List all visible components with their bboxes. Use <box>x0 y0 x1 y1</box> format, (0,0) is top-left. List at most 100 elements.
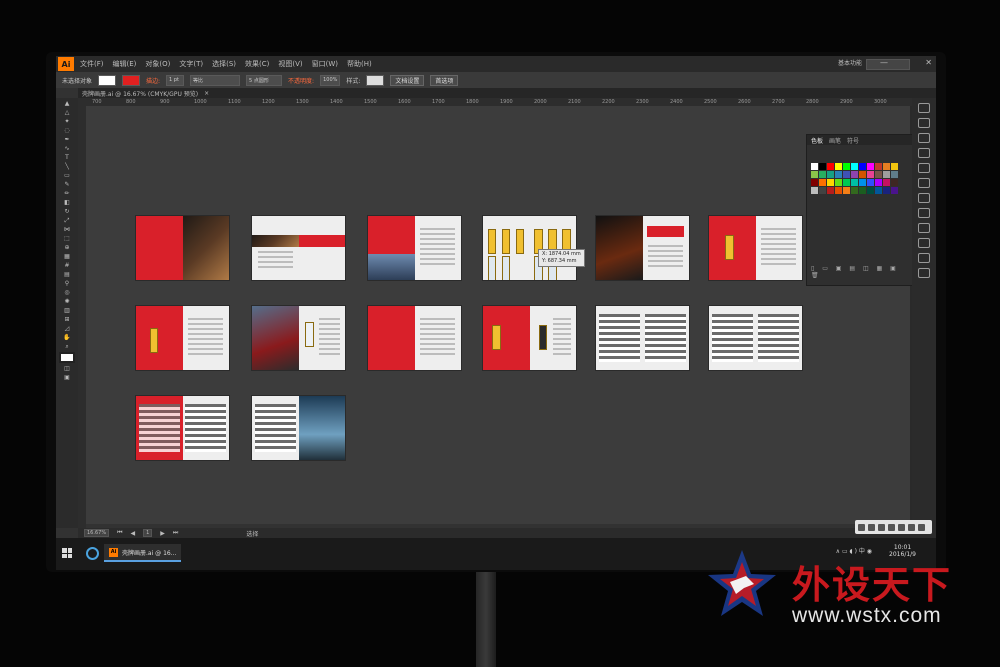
opacity-label[interactable]: 不透明度: <box>288 76 314 85</box>
shape-builder-tool-icon[interactable]: ⊕ <box>61 244 73 251</box>
menu-type[interactable]: 文字(T) <box>179 59 203 69</box>
blend-tool-icon[interactable]: ◎ <box>61 289 73 296</box>
color-swatch[interactable] <box>835 171 842 178</box>
symbols-panel-icon[interactable] <box>918 163 930 173</box>
color-swatch[interactable] <box>835 163 842 170</box>
tab-brushes[interactable]: 画笔 <box>829 136 841 145</box>
color-swatch[interactable] <box>835 179 842 186</box>
menu-window[interactable]: 窗口(W) <box>312 59 338 69</box>
transparency-panel-icon[interactable] <box>918 208 930 218</box>
preferences-button[interactable]: 首选项 <box>430 74 459 86</box>
brushes-panel-icon[interactable] <box>918 148 930 158</box>
color-swatch[interactable] <box>811 171 818 178</box>
artboard[interactable] <box>483 216 576 280</box>
artboard[interactable] <box>252 396 345 460</box>
menu-object[interactable]: 对象(O) <box>145 59 170 69</box>
tray-app-icon[interactable] <box>888 523 895 531</box>
panel-footer-icons[interactable]: ▯ ▭ ▣ ▤ ◫ ▦ ▣ 🗑 <box>811 265 913 279</box>
gradient-panel-icon[interactable] <box>918 193 930 203</box>
color-panel-icon[interactable] <box>918 103 930 113</box>
stroke-panel-icon[interactable] <box>918 178 930 188</box>
direct-selection-tool-icon[interactable]: △ <box>61 109 73 116</box>
cortana-icon[interactable] <box>86 547 99 560</box>
style-swatch[interactable] <box>366 74 385 86</box>
color-swatch[interactable] <box>875 163 882 170</box>
color-swatch[interactable] <box>891 163 898 170</box>
stroke-weight-field[interactable]: 1 pt <box>166 74 185 86</box>
fill-stroke-icon[interactable] <box>59 352 75 363</box>
graph-tool-icon[interactable]: ▥ <box>61 307 73 314</box>
graphic-styles-icon[interactable] <box>918 238 930 248</box>
color-swatch[interactable] <box>819 171 826 178</box>
color-swatch[interactable] <box>867 179 874 186</box>
color-swatch[interactable] <box>875 179 882 186</box>
stroke-label[interactable]: 描边: <box>146 76 160 85</box>
menu-select[interactable]: 选择(S) <box>212 59 236 69</box>
color-swatch[interactable] <box>851 179 858 186</box>
rotate-tool-icon[interactable]: ↻ <box>61 208 73 215</box>
workspace-switcher[interactable]: 基本功能 <box>838 58 862 67</box>
tray-app-icon[interactable] <box>868 523 875 531</box>
tray-app-icon[interactable] <box>908 523 915 531</box>
eraser-tool-icon[interactable]: ◧ <box>61 199 73 206</box>
canvas[interactable]: X: 1874.04 mm Y: 687.34 mm <box>86 106 912 524</box>
artboard[interactable] <box>368 306 461 370</box>
color-swatch[interactable] <box>811 179 818 186</box>
artboard[interactable] <box>136 216 229 280</box>
artboard[interactable] <box>252 216 345 280</box>
color-swatch[interactable] <box>819 179 826 186</box>
color-swatch[interactable] <box>891 187 898 194</box>
color-swatch[interactable] <box>859 171 866 178</box>
document-setup-button[interactable]: 文档设置 <box>390 74 425 86</box>
artboard-tool-icon[interactable]: ⊞ <box>61 316 73 323</box>
prev-page-icon[interactable]: ◀ <box>130 530 135 537</box>
taskbar-illustrator-button[interactable]: Ai 壳牌画册.ai @ 16... <box>104 544 182 562</box>
brush-select[interactable]: 5 点圆形 <box>246 74 283 86</box>
last-page-icon[interactable]: ⏭ <box>173 529 178 537</box>
selection-tool-icon[interactable]: ▲ <box>61 100 73 107</box>
rectangle-tool-icon[interactable]: ▭ <box>61 172 73 179</box>
color-swatch[interactable] <box>891 171 898 178</box>
tab-swatches[interactable]: 色板 <box>811 136 823 145</box>
tray-app-icon[interactable] <box>918 523 925 531</box>
tray-app-icon[interactable] <box>878 523 885 531</box>
color-swatch[interactable] <box>835 187 842 194</box>
close-tab-icon[interactable]: × <box>204 90 209 97</box>
menu-file[interactable]: 文件(F) <box>80 59 104 69</box>
status-mode[interactable]: 选择 <box>246 529 258 538</box>
tab-symbols[interactable]: 符号 <box>847 136 859 145</box>
color-swatch[interactable] <box>867 187 874 194</box>
artboard[interactable] <box>596 306 689 370</box>
color-swatch[interactable] <box>891 179 898 186</box>
artboard[interactable] <box>368 216 461 280</box>
color-swatch[interactable] <box>811 163 818 170</box>
artboard[interactable] <box>483 306 576 370</box>
next-page-icon[interactable]: ▶ <box>160 530 165 537</box>
color-swatch[interactable] <box>883 163 890 170</box>
slice-tool-icon[interactable]: ◿ <box>61 325 73 332</box>
fill-swatch[interactable] <box>98 74 117 86</box>
pencil-tool-icon[interactable]: ✏ <box>61 190 73 197</box>
color-swatch[interactable] <box>859 187 866 194</box>
color-swatch[interactable] <box>883 187 890 194</box>
color-swatch[interactable] <box>827 179 834 186</box>
width-tool-icon[interactable]: ⋈ <box>61 226 73 233</box>
eyedropper-tool-icon[interactable]: ⚲ <box>61 280 73 287</box>
layers-panel-icon[interactable] <box>918 253 930 263</box>
artboards-panel-icon[interactable] <box>918 268 930 278</box>
color-swatch[interactable] <box>819 187 826 194</box>
hand-tool-icon[interactable]: ✋ <box>61 334 73 341</box>
color-swatch[interactable] <box>843 179 850 186</box>
color-swatch[interactable] <box>875 171 882 178</box>
color-swatch[interactable] <box>827 187 834 194</box>
artboard[interactable] <box>709 216 802 280</box>
color-swatch[interactable] <box>851 171 858 178</box>
minimize-icon[interactable]: — <box>880 58 888 67</box>
color-swatch[interactable] <box>843 163 850 170</box>
type-tool-icon[interactable]: T <box>61 154 73 161</box>
perspective-grid-tool-icon[interactable]: ▦ <box>61 253 73 260</box>
document-tab[interactable]: 壳牌画册.ai @ 16.67% (CMYK/GPU 预览) × <box>78 88 936 98</box>
color-swatch[interactable] <box>859 179 866 186</box>
artboard[interactable] <box>709 306 802 370</box>
color-swatch[interactable] <box>851 163 858 170</box>
